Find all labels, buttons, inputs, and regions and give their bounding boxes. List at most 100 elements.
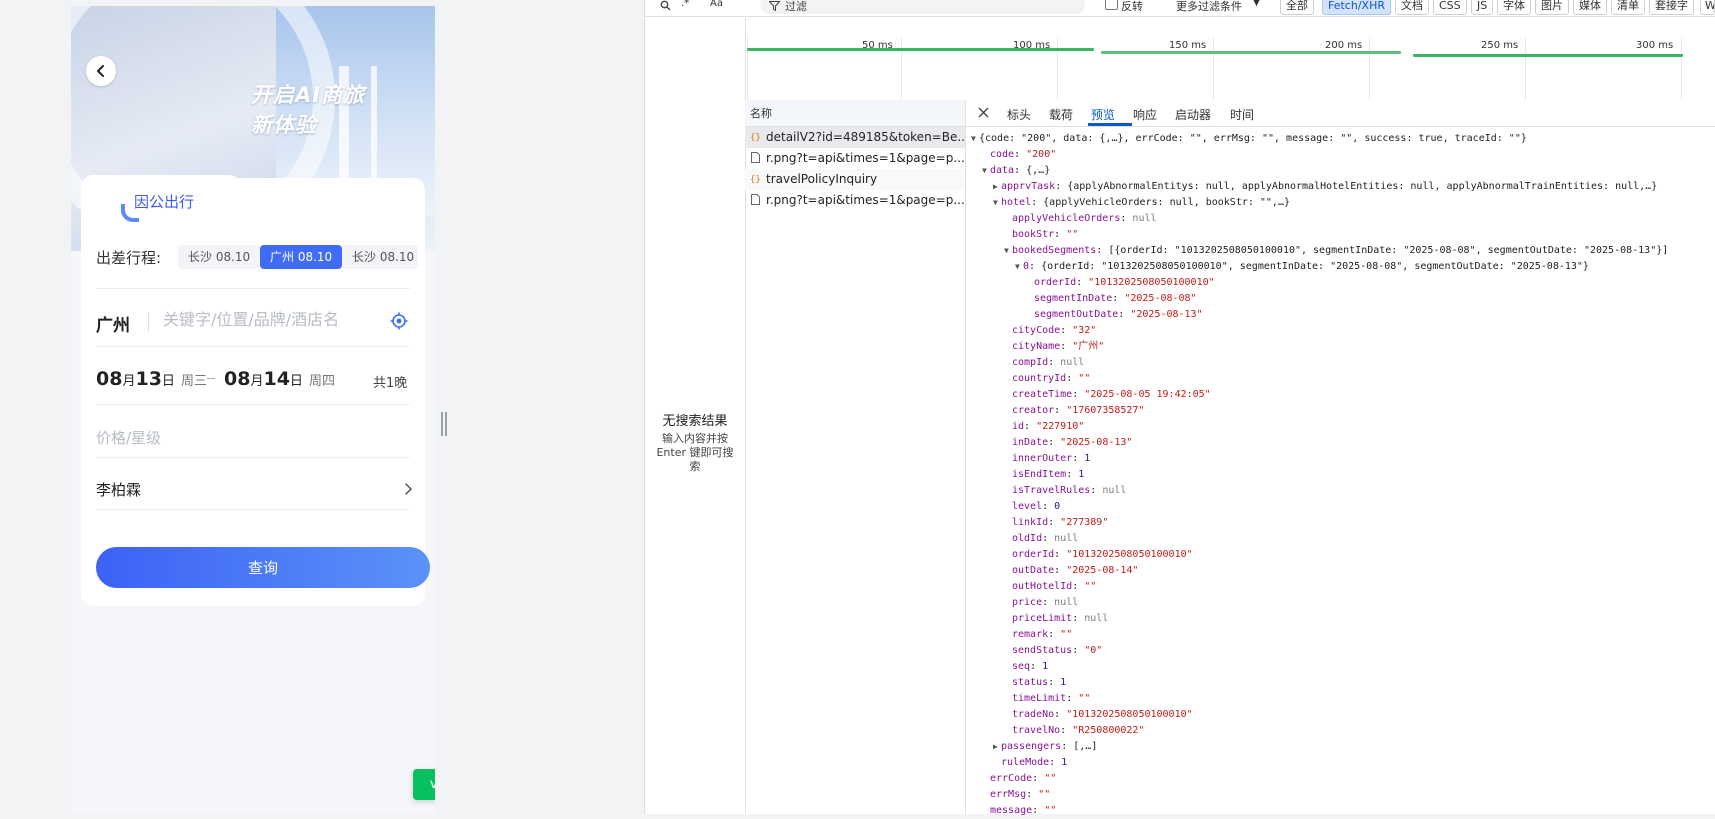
- json-key: remark: [1012, 629, 1049, 640]
- query-button[interactable]: 查询: [96, 547, 430, 588]
- json-key: outDate: [1012, 565, 1055, 576]
- json-colon: :: [1072, 645, 1085, 656]
- json-colon: :: [1054, 405, 1067, 416]
- checkin-date[interactable]: 08月13日 周三: [96, 368, 207, 390]
- json-line[interactable]: ▼ {code: "200", data: {,…}, errCode: "", …: [971, 131, 1711, 147]
- type-filter-media[interactable]: 媒体: [1573, 0, 1607, 15]
- json-colon: :: [1090, 485, 1103, 496]
- type-filter-all[interactable]: 全部: [1280, 0, 1314, 15]
- expand-arrow-icon[interactable]: ▼: [993, 195, 1001, 211]
- back-button[interactable]: [86, 56, 116, 86]
- json-line[interactable]: ▼ data: {,…}: [971, 163, 1711, 179]
- traveler-selector[interactable]: 李柏霖: [96, 479, 141, 500]
- price-star-filter[interactable]: 价格/星级: [96, 427, 161, 448]
- expand-arrow-icon[interactable]: ▼: [1015, 259, 1023, 275]
- type-filter-img[interactable]: 图片: [1535, 0, 1569, 15]
- checkout-date[interactable]: 08月14日 周四: [224, 368, 335, 390]
- request-row-selected[interactable]: {} detailV2?id=489185&token=Be...: [745, 127, 965, 148]
- request-row[interactable]: r.png?t=api&times=1&page=p...: [745, 148, 965, 169]
- type-filter-js[interactable]: JS: [1471, 0, 1494, 15]
- json-colon: :: [1031, 197, 1044, 208]
- json-line[interactable]: ▼ 0: {orderId: "1013202508050100010", seg…: [971, 259, 1711, 275]
- json-key: data: [990, 165, 1015, 176]
- request-row[interactable]: r.png?t=api&times=1&page=p...: [745, 190, 965, 211]
- locate-icon[interactable]: [390, 312, 408, 330]
- invert-checkbox[interactable]: [1105, 0, 1118, 10]
- json-line: cityCode: "32": [971, 323, 1711, 339]
- type-filter-font[interactable]: 字体: [1497, 0, 1531, 15]
- document-icon: [750, 152, 761, 163]
- json-line: countryId: "": [971, 371, 1711, 387]
- json-value: null: [1084, 613, 1109, 624]
- json-line[interactable]: ▼ hotel: {applyVehicleOrders: null, bookS…: [971, 195, 1711, 211]
- json-line: orderId: "1013202508050100010": [971, 547, 1711, 563]
- type-filter-manifest[interactable]: 清单: [1611, 0, 1645, 15]
- json-line: applyVehicleOrders: null: [971, 211, 1711, 227]
- json-summary: {code: "200", data: {,…}, errCode: "", e…: [979, 133, 1527, 144]
- json-line[interactable]: ▶ apprvTask: {applyAbnormalEntitys: null,…: [971, 179, 1711, 195]
- tab-preview[interactable]: 预览: [1091, 106, 1115, 123]
- timeline-overview[interactable]: 50 ms 100 ms 150 ms 200 ms 250 ms 300 ms: [745, 18, 1685, 118]
- expand-arrow-icon[interactable]: ▼: [982, 163, 990, 179]
- json-colon: :: [1072, 581, 1085, 592]
- json-colon: :: [1066, 693, 1079, 704]
- request-bar: [1101, 51, 1401, 54]
- city-selector[interactable]: 广州: [96, 311, 130, 336]
- tab-response[interactable]: 响应: [1133, 106, 1157, 123]
- json-colon: :: [1055, 181, 1068, 192]
- json-value: 1: [1078, 469, 1085, 480]
- checkout-month: 08: [224, 368, 251, 390]
- expand-arrow-icon[interactable]: ▼: [971, 131, 979, 147]
- expand-arrow-icon[interactable]: ▼: [1004, 243, 1012, 259]
- trip-chip-selected[interactable]: 广州 08.10: [260, 245, 343, 269]
- json-key: segmentOutDate: [1034, 309, 1119, 320]
- type-filter-css[interactable]: CSS: [1433, 0, 1467, 15]
- request-row[interactable]: {} travelPolicyInquiry: [745, 169, 965, 190]
- json-colon: :: [1042, 597, 1055, 608]
- hotel-search-input[interactable]: [163, 310, 363, 329]
- type-filter-fetch-xhr[interactable]: Fetch/XHR: [1322, 0, 1391, 15]
- request-list-header[interactable]: 名称: [745, 100, 966, 127]
- tab-headers[interactable]: 标头: [1007, 106, 1031, 123]
- json-value: "": [1044, 805, 1057, 816]
- json-value: "2025-08-05 19:42:05": [1084, 389, 1211, 400]
- json-line: compId: null: [971, 355, 1711, 371]
- tab-timing[interactable]: 时间: [1230, 106, 1254, 123]
- json-key: segmentInDate: [1034, 293, 1113, 304]
- filter-box[interactable]: 过滤: [760, 0, 1085, 14]
- json-key: compId: [1012, 357, 1049, 368]
- close-icon[interactable]: [978, 107, 989, 118]
- collapse-arrow-icon[interactable]: ▶: [993, 739, 1001, 755]
- json-line: segmentOutDate: "2025-08-13": [971, 307, 1711, 323]
- type-filter-wasm[interactable]: W: [1700, 0, 1715, 15]
- vconsole-button[interactable]: vConsole: [413, 769, 435, 800]
- search-icon[interactable]: [660, 0, 671, 11]
- tab-payload[interactable]: 载荷: [1049, 106, 1073, 123]
- collapse-arrow-icon[interactable]: ▶: [993, 179, 1001, 195]
- json-line[interactable]: ▼ bookedSegments: [{orderId: "10132025080…: [971, 243, 1711, 259]
- trip-chip[interactable]: 长沙 08.10: [342, 245, 418, 269]
- tab-business-travel-label: 因公出行: [134, 193, 195, 211]
- more-filters-dropdown[interactable]: 更多过滤条件: [1176, 0, 1242, 14]
- case-sensitive-toggle[interactable]: Aa: [710, 0, 723, 9]
- json-key: cityName: [1012, 341, 1061, 352]
- json-preview: ▼ {code: "200", data: {,…}, errCode: "", …: [971, 131, 1711, 819]
- timeline-tick: 150 ms: [1169, 40, 1207, 51]
- checkin-day: 13: [135, 368, 162, 390]
- json-line[interactable]: ▶ passengers: [,…]: [971, 739, 1711, 755]
- tab-initiator[interactable]: 启动器: [1175, 106, 1211, 123]
- checkin-month-unit: 月: [122, 374, 136, 389]
- json-colon: :: [1060, 341, 1073, 352]
- json-colon: :: [1054, 549, 1067, 560]
- svg-text:{}: {}: [750, 133, 761, 142]
- regex-toggle[interactable]: .*: [681, 0, 689, 9]
- json-value: "2025-08-14": [1066, 565, 1139, 576]
- trip-chip[interactable]: 长沙 08.10: [178, 245, 261, 269]
- pane-divider[interactable]: [965, 100, 966, 814]
- separator: [148, 312, 149, 332]
- type-filter-doc[interactable]: 文档: [1395, 0, 1429, 15]
- resize-handle[interactable]: [441, 412, 447, 436]
- divider: [96, 288, 410, 289]
- json-line: seq: 1: [971, 659, 1711, 675]
- type-filter-socket[interactable]: 套接字: [1649, 0, 1694, 15]
